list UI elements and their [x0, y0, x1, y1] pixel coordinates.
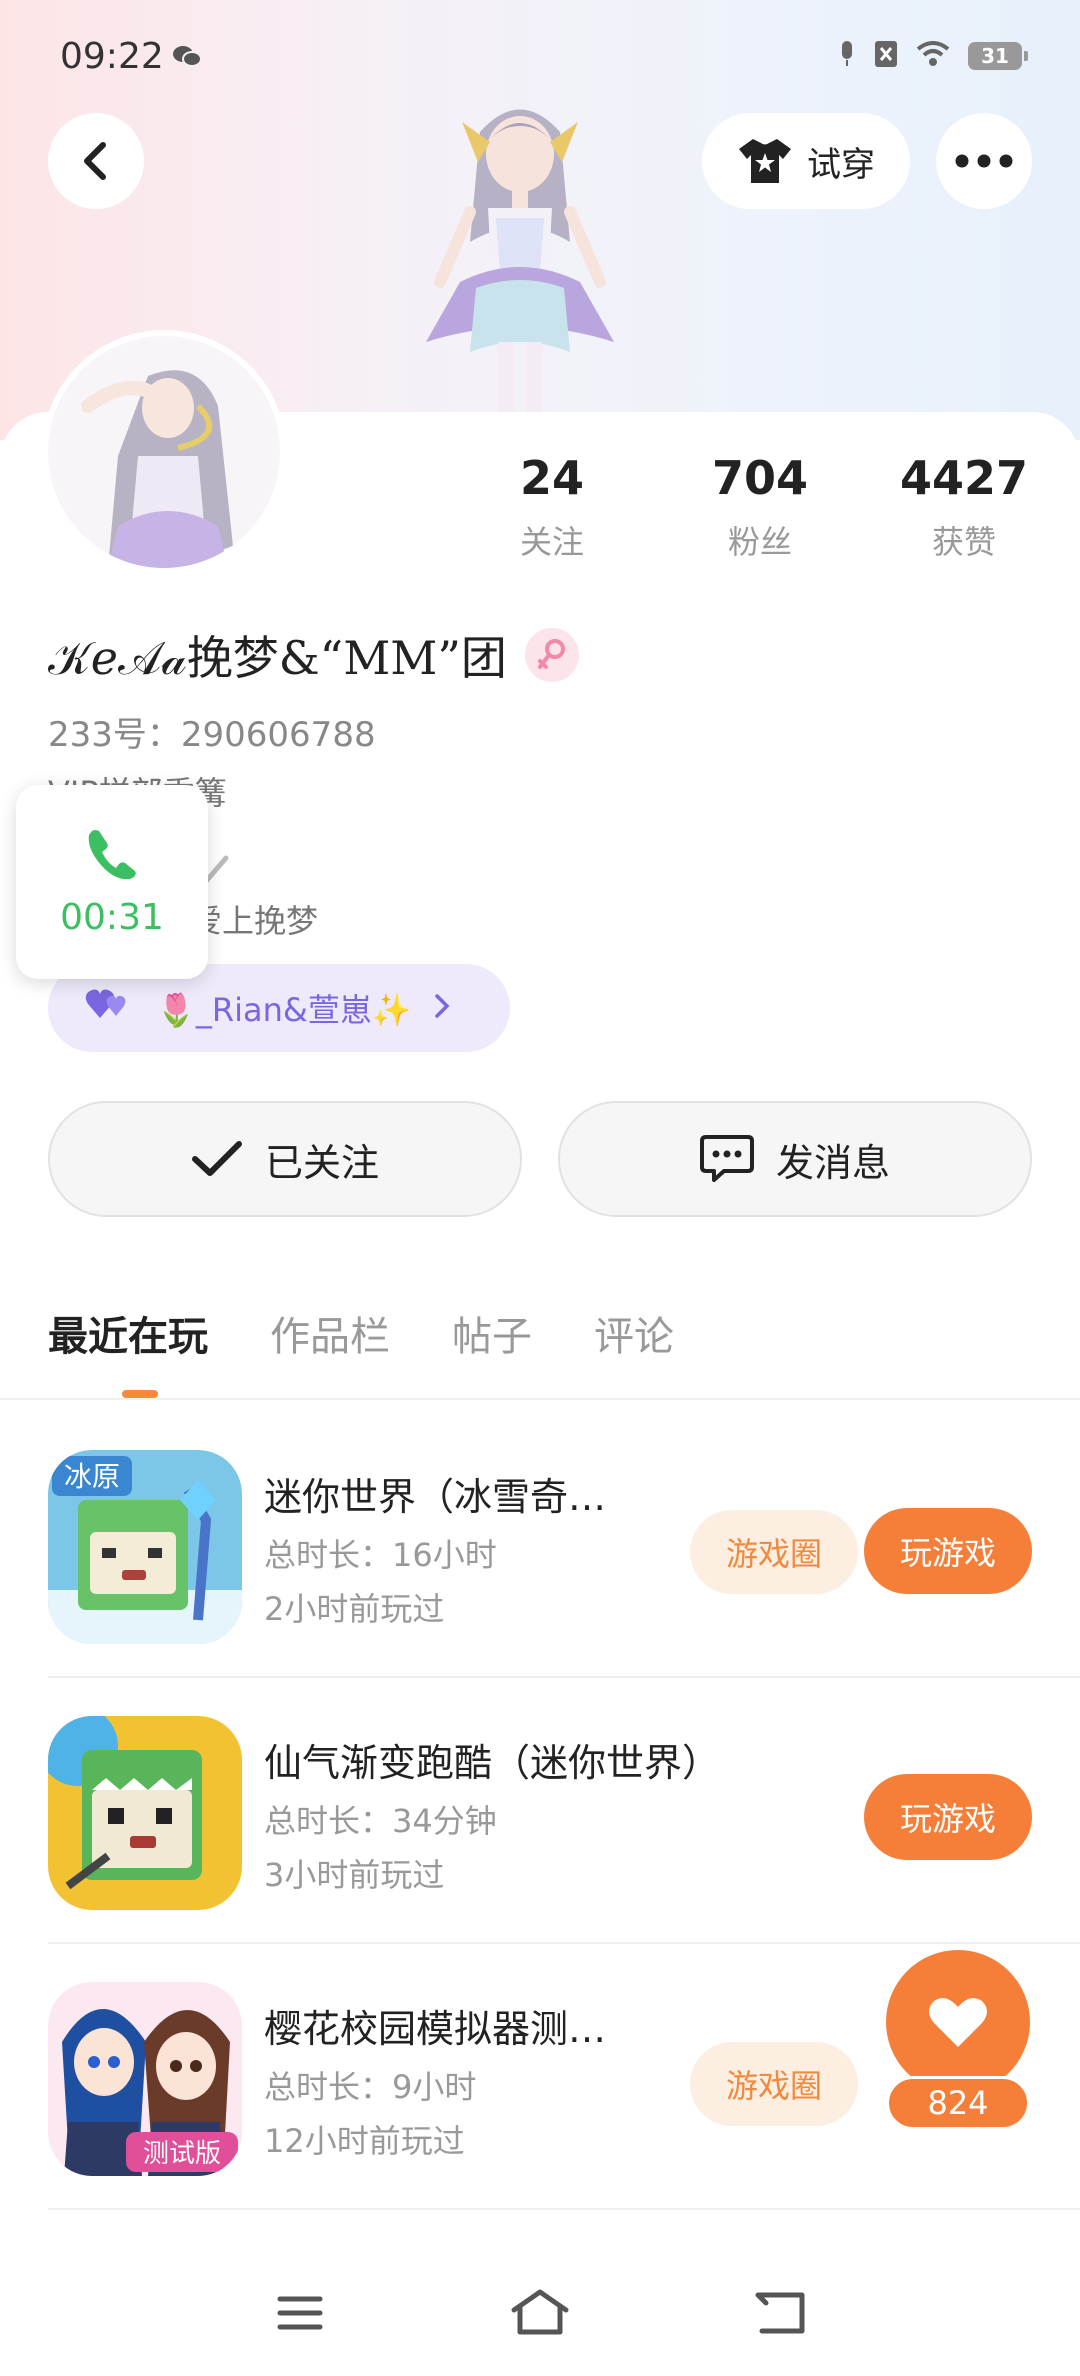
list-divider: [48, 1676, 1080, 1678]
chevron-right-icon: [434, 989, 450, 1027]
send-message-label: 发消息: [775, 1140, 890, 1185]
wifi-icon: [916, 41, 950, 71]
phone-icon: [88, 829, 136, 879]
followed-button[interactable]: 已关注: [48, 1101, 522, 1217]
try-on-button[interactable]: 试穿: [702, 113, 910, 209]
menu-nav-button[interactable]: [260, 2278, 340, 2348]
more-dots-icon: [955, 154, 1013, 168]
home-nav-button[interactable]: [500, 2278, 580, 2348]
game-last-played: 3小时前玩过: [264, 1856, 445, 1894]
game-list-item[interactable]: 冰原 迷你世界（冰雪奇… 总时长：16小时 2小时前玩过 游戏圈 玩游戏: [48, 1450, 1032, 1714]
svg-text:测试版: 测试版: [143, 2139, 221, 2169]
likes-count: 4427: [899, 451, 1029, 505]
followed-label: 已关注: [264, 1140, 379, 1185]
followers-count: 704: [711, 451, 809, 505]
followers-label: 粉丝: [727, 523, 792, 561]
bio-line-2: 爱上挽梦: [190, 902, 319, 940]
game-icon-sakura-school: 测试版: [48, 1982, 242, 2176]
game-last-played: 12小时前玩过: [264, 2122, 465, 2160]
play-game-button[interactable]: 玩游戏: [864, 1774, 1032, 1860]
status-icons: 31: [838, 40, 1028, 72]
following-label: 关注: [519, 523, 584, 561]
chat-bubble-icon: [699, 1135, 754, 1182]
like-floating-button[interactable]: 824: [868, 1950, 1048, 2130]
tab-works[interactable]: 作品栏: [270, 1304, 390, 1362]
double-heart-icon: [84, 986, 134, 1030]
list-divider: [48, 2208, 1080, 2210]
play-game-button[interactable]: 玩游戏: [864, 1508, 1032, 1594]
game-list-item[interactable]: 仙气渐变跑酷（迷你世界） 总时长：34分钟 3小时前玩过 玩游戏: [48, 1716, 1032, 1980]
list-divider: [48, 1942, 1080, 1944]
back-arrow-icon: [755, 2292, 805, 2334]
game-total-playtime: 总时长：9小时: [264, 2068, 477, 2106]
call-duration: 00:31: [60, 896, 164, 938]
game-title: 樱花校园模拟器测…: [264, 2007, 607, 2051]
svg-text:冰原: 冰原: [64, 1460, 120, 1493]
game-title: 迷你世界（冰雪奇…: [264, 1475, 607, 1519]
more-options-button[interactable]: [936, 113, 1032, 209]
character-figure: [400, 92, 640, 432]
tab-comments[interactable]: 评论: [594, 1304, 674, 1362]
tabs-divider: [0, 1398, 1080, 1400]
heart-icon: [929, 1998, 987, 2047]
game-total-playtime: 总时长：34分钟: [264, 1802, 497, 1840]
tshirt-icon: [739, 139, 791, 183]
status-time: 09:22: [60, 36, 164, 77]
game-circle-button[interactable]: 游戏圈: [690, 2042, 858, 2126]
game-title: 仙气渐变跑酷（迷你世界）: [264, 1741, 721, 1785]
battery-icon: 31: [968, 42, 1028, 70]
game-icon-fairy-parkour: [48, 1716, 242, 1910]
microphone-icon: [838, 40, 856, 72]
likes-label: 获赞: [931, 523, 996, 561]
user-id: 233号：290606788: [48, 715, 376, 755]
female-gender-icon: [524, 628, 579, 682]
try-on-label: 试穿: [807, 144, 875, 185]
profile-name-row: 𝒦𝑒𝒜𝒶挽梦&“MM”团: [48, 622, 579, 688]
profile-name: 𝒦𝑒𝒜𝒶挽梦&“MM”团: [48, 631, 507, 685]
active-tab-indicator: [122, 1390, 158, 1398]
system-navigation-bar: [0, 2250, 1080, 2376]
stat-following[interactable]: 24 关注: [452, 455, 652, 563]
stat-followers[interactable]: 704 粉丝: [660, 455, 860, 563]
back-button[interactable]: [48, 113, 144, 209]
profile-tabs: 最近在玩 作品栏 帖子 评论: [48, 1304, 674, 1362]
game-last-played: 2小时前玩过: [264, 1590, 445, 1628]
tab-recently-played[interactable]: 最近在玩: [48, 1304, 208, 1362]
user-avatar[interactable]: [48, 336, 280, 568]
send-message-button[interactable]: 发消息: [558, 1101, 1032, 1217]
game-circle-button[interactable]: 游戏圈: [690, 1510, 858, 1594]
game-icon-mini-world-ice: 冰原: [48, 1450, 242, 1644]
game-total-playtime: 总时长：16小时: [264, 1536, 497, 1574]
cp-name: 🌷_Rian&萱崽✨: [156, 991, 412, 1029]
back-nav-button[interactable]: [740, 2278, 820, 2348]
like-circle: [886, 1950, 1030, 2094]
menu-icon: [277, 2296, 323, 2330]
like-count: 824: [886, 2076, 1030, 2130]
checkmark-icon: [191, 1141, 242, 1176]
stat-likes[interactable]: 4427 获赞: [864, 455, 1064, 563]
tab-posts[interactable]: 帖子: [452, 1304, 532, 1362]
ongoing-call-overlay[interactable]: 00:31: [16, 785, 208, 979]
chevron-left-icon: [84, 142, 106, 180]
no-sim-icon: [874, 40, 898, 72]
following-count: 24: [519, 451, 584, 505]
wechat-icon: [172, 44, 202, 72]
home-icon: [511, 2289, 569, 2335]
